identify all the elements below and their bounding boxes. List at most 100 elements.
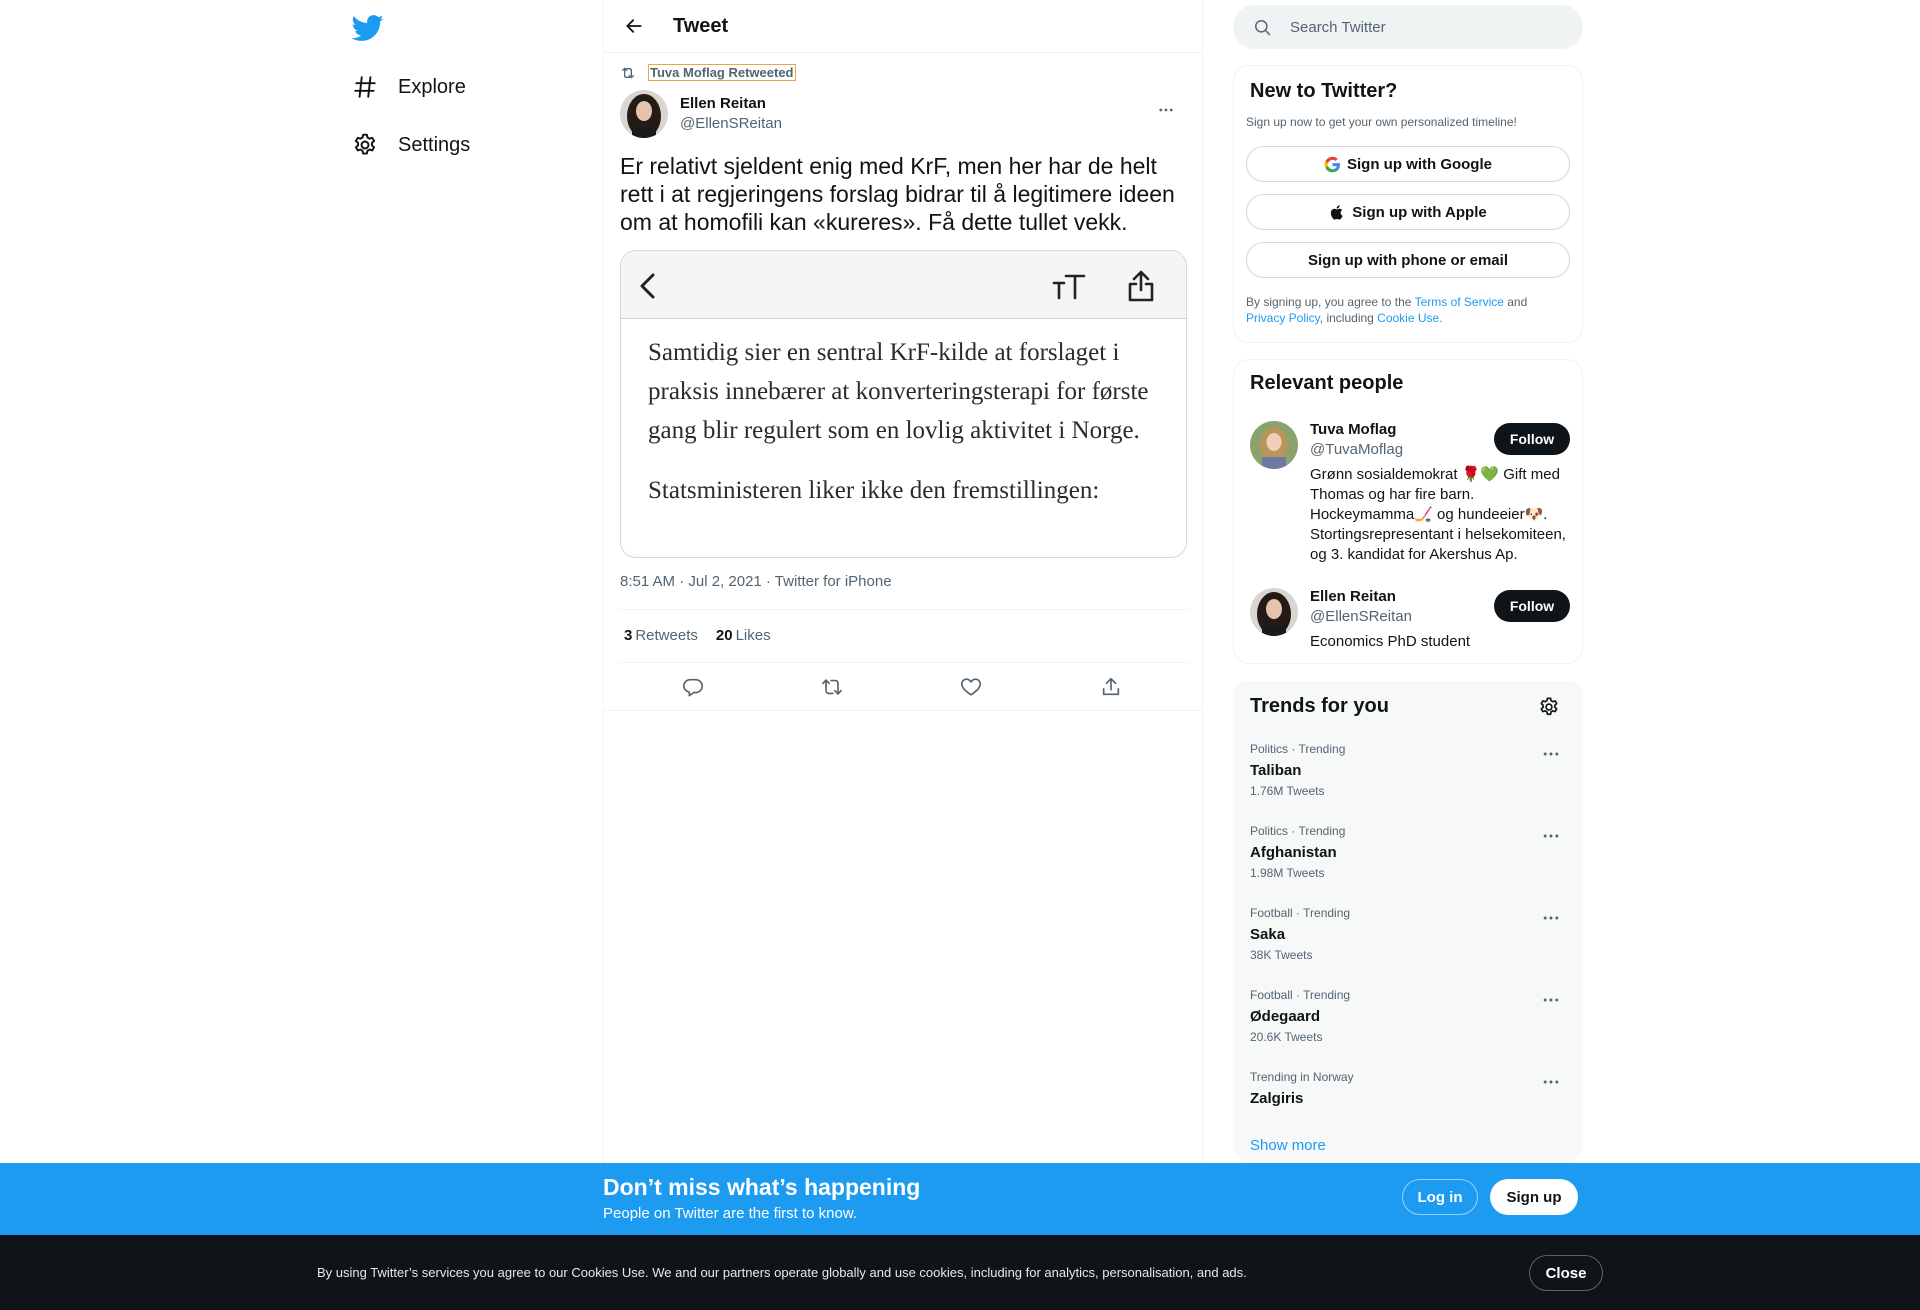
reply-button[interactable] (682, 676, 706, 700)
trend-meta: Politics · Trending (1250, 742, 1346, 756)
follow-button[interactable]: Follow (1494, 590, 1570, 622)
author-name[interactable]: Ellen Reitan (680, 94, 782, 114)
retweet-icon (622, 67, 634, 78)
signup-terms: By signing up, you agree to the Terms of… (1246, 294, 1570, 326)
page-title: Tweet (673, 14, 729, 37)
trend-count: 1.76M Tweets (1250, 784, 1325, 798)
retweeted-by-link[interactable]: Tuva Moflag Retweeted (648, 64, 796, 81)
trend-count: 1.98M Tweets (1250, 866, 1325, 880)
media-toolbar (621, 251, 1186, 319)
share-button[interactable] (1100, 676, 1124, 700)
more-horizontal-icon[interactable] (1540, 744, 1562, 764)
follow-button[interactable]: Follow (1494, 423, 1570, 455)
search-box[interactable] (1233, 5, 1583, 49)
more-horizontal-icon (1159, 108, 1173, 112)
signup-card-subtitle: Sign up now to get your own personalized… (1246, 115, 1517, 129)
relevant-people-title: Relevant people (1250, 372, 1404, 394)
trend-meta: Football · Trending (1250, 988, 1351, 1002)
more-options-button[interactable] (1154, 98, 1178, 122)
terms-of-service-link[interactable]: Terms of Service (1415, 295, 1504, 309)
person-bio: Grønn sosialdemokrat 🌹💚 Gift med Thomas … (1310, 466, 1566, 563)
author-handle[interactable]: @EllenSReitan (680, 114, 782, 134)
relevant-people-card: Relevant people Tuva Moflag @TuvaMoflag … (1233, 359, 1583, 664)
more-horizontal-icon[interactable] (1540, 1072, 1562, 1092)
log-in-button[interactable]: Log in (1402, 1179, 1478, 1215)
cookie-use-link[interactable]: Cookie Use. (1377, 311, 1442, 325)
chevron-left-icon (640, 273, 655, 299)
more-horizontal-icon[interactable] (1540, 908, 1562, 928)
nav-item-settings[interactable]: Settings (352, 125, 470, 165)
signup-google-button[interactable]: Sign up with Google (1246, 146, 1570, 182)
media-paragraph: Samtidig sier en sentral KrF-kilde at fo… (648, 339, 1149, 444)
retweet-icon (822, 679, 842, 695)
sign-up-button[interactable]: Sign up (1490, 1179, 1578, 1215)
avatar[interactable] (1250, 588, 1298, 636)
like-button[interactable] (960, 676, 984, 700)
trend-item[interactable]: Politics · Trending Taliban 1.76M Tweets (1234, 742, 1582, 824)
login-promo-banner: Don’t miss what’s happening People on Tw… (0, 1163, 1920, 1235)
trend-name: Ødegaard (1250, 1008, 1321, 1025)
back-button[interactable] (617, 9, 651, 43)
signup-card: New to Twitter? Sign up now to get your … (1233, 65, 1583, 343)
show-more-link[interactable]: Show more (1250, 1137, 1326, 1154)
privacy-policy-link[interactable]: Privacy Policy (1246, 311, 1320, 325)
nav-item-explore[interactable]: Explore (352, 67, 466, 107)
close-button[interactable]: Close (1529, 1255, 1603, 1291)
terms-text: and (1503, 295, 1528, 309)
twitter-bird-icon[interactable] (352, 12, 384, 44)
trend-meta: Politics · Trending (1250, 824, 1346, 838)
signup-phone-email-button[interactable]: Sign up with phone or email (1246, 242, 1570, 278)
tweet-actions (620, 672, 1188, 704)
person-item[interactable]: Ellen Reitan @EllenSReitan Follow Econom… (1250, 588, 1570, 658)
retweets-stat[interactable]: 3 Retweets (624, 627, 698, 644)
gear-icon[interactable] (1538, 696, 1560, 718)
trend-item[interactable]: Trending in Norway Zalgiris (1234, 1070, 1582, 1120)
signup-google-label: Sign up with Google (1347, 155, 1492, 173)
likes-label: Likes (735, 627, 771, 644)
trend-item[interactable]: Football · Trending Saka 38K Tweets (1234, 906, 1582, 988)
person-handle[interactable]: @TuvaMoflag (1310, 441, 1403, 458)
person-handle[interactable]: @EllenSReitan (1310, 608, 1412, 625)
media-paragraph: Statsministeren liker ikke den fremstill… (648, 477, 1100, 504)
tweet-column: Tweet Tuva Moflag Retweeted Ellen Reitan… (603, 0, 1203, 1163)
search-input[interactable] (1290, 18, 1560, 36)
terms-text: , including (1319, 311, 1378, 325)
apple-icon (1331, 204, 1343, 220)
cookie-banner: By using Twitter’s services you agree to… (0, 1235, 1920, 1310)
trend-item[interactable]: Football · Trending Ødegaard 20.6K Tweet… (1234, 988, 1582, 1070)
tweet-timestamp[interactable]: 8:51 AM · Jul 2, 2021 · Twitter for iPho… (620, 573, 892, 590)
trend-item[interactable]: Politics · Trending Afghanistan 1.98M Tw… (1234, 824, 1582, 906)
column-header: Tweet (604, 0, 1202, 53)
person-name[interactable]: Tuva Moflag (1310, 421, 1396, 438)
tweet-media-image[interactable]: Samtidig sier en sentral KrF-kilde at fo… (620, 250, 1187, 558)
avatar[interactable] (620, 90, 668, 138)
share-icon (1128, 270, 1154, 302)
likes-stat[interactable]: 20 Likes (716, 627, 771, 644)
retweets-count: 3 (624, 627, 633, 644)
more-horizontal-icon[interactable] (1540, 990, 1562, 1010)
retweets-label: Retweets (635, 627, 698, 644)
person-item[interactable]: Tuva Moflag @TuvaMoflag Follow Grønn sos… (1250, 421, 1570, 571)
signup-apple-label: Sign up with Apple (1352, 203, 1487, 221)
google-icon (1324, 156, 1341, 172)
person-name[interactable]: Ellen Reitan (1310, 588, 1396, 605)
trend-name: Zalgiris (1250, 1090, 1304, 1107)
more-horizontal-icon[interactable] (1540, 826, 1562, 846)
trend-name: Afghanistan (1250, 844, 1337, 861)
likes-count: 20 (715, 627, 733, 644)
share-icon (1102, 677, 1120, 696)
trend-meta: Football · Trending (1250, 906, 1351, 920)
retweet-button[interactable] (821, 676, 845, 700)
terms-text: By signing up, you agree to the (1246, 295, 1415, 309)
avatar[interactable] (1250, 421, 1298, 469)
retweet-context: Tuva Moflag Retweeted (620, 64, 796, 81)
trends-card: Trends for you Politics · Trending Talib… (1233, 681, 1583, 1161)
heart-icon (961, 678, 981, 696)
promo-subtitle: People on Twitter are the first to know. (603, 1205, 858, 1222)
tweet-author: Ellen Reitan @EllenSReitan (620, 90, 1188, 138)
trend-count: 38K Tweets (1250, 948, 1313, 962)
trends-title: Trends for you (1250, 695, 1389, 717)
search-icon (1255, 19, 1271, 35)
tweet-stats: 3 Retweets 20 Likes (624, 627, 789, 644)
signup-apple-button[interactable]: Sign up with Apple (1246, 194, 1570, 230)
